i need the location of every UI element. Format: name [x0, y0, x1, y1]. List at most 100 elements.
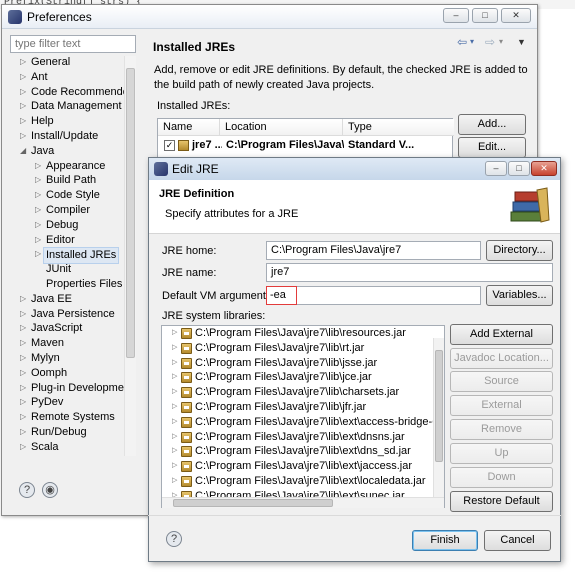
- directory-button[interactable]: Directory...: [486, 240, 553, 261]
- back-dropdown-icon[interactable]: ▾: [470, 37, 474, 46]
- minimize-button[interactable]: –: [485, 161, 507, 176]
- view-menu-icon[interactable]: ▼: [517, 37, 526, 47]
- forward-arrow-icon[interactable]: ⇨: [485, 35, 495, 49]
- expanded-arrow-icon[interactable]: ◢: [20, 144, 26, 159]
- tree-item[interactable]: ▷ Run/Debug: [2, 425, 136, 440]
- column-header-location[interactable]: Location: [220, 119, 343, 136]
- tree-item[interactable]: Properties Files Ed: [2, 277, 136, 292]
- vm-arguments-field[interactable]: -ea: [266, 286, 481, 305]
- tree-item[interactable]: ▷ Build Path: [2, 173, 136, 188]
- jre-home-field[interactable]: C:\Program Files\Java\jre7: [266, 241, 481, 260]
- remove-button[interactable]: Remove: [450, 419, 553, 440]
- close-button[interactable]: ✕: [531, 161, 557, 176]
- library-item[interactable]: ▷ C:\Program Files\Java\jre7\lib\ext\acce…: [162, 415, 444, 430]
- tree-item[interactable]: ▷ Compiler: [2, 203, 136, 218]
- collapsed-arrow-icon[interactable]: ▷: [35, 203, 41, 218]
- library-item[interactable]: ▷ C:\Program Files\Java\jre7\lib\jsse.jar: [162, 356, 444, 371]
- javadoc-location-button[interactable]: Javadoc Location...: [450, 348, 553, 369]
- tree-item[interactable]: ▷ Ant: [2, 70, 136, 85]
- back-arrow-icon[interactable]: ⇦: [457, 35, 467, 49]
- tree-item[interactable]: ▷ Debug: [2, 218, 136, 233]
- add-external-jars-button[interactable]: Add External JARs...: [450, 324, 553, 359]
- collapsed-arrow-icon[interactable]: ▷: [172, 341, 177, 356]
- collapsed-arrow-icon[interactable]: ▷: [172, 356, 177, 371]
- collapsed-arrow-icon[interactable]: ▷: [172, 459, 177, 474]
- system-libraries-list[interactable]: ▷ C:\Program Files\Java\jre7\lib\resource…: [161, 325, 445, 508]
- collapsed-arrow-icon[interactable]: ▷: [20, 292, 26, 307]
- tree-item[interactable]: ▷ Appearance: [2, 159, 136, 174]
- libraries-horizontal-scrollbar[interactable]: [162, 497, 444, 508]
- collapsed-arrow-icon[interactable]: ▷: [172, 444, 177, 459]
- source-attachment-button[interactable]: Source Attachment...: [450, 371, 553, 406]
- tree-item[interactable]: ▷ Installed JREs: [2, 247, 136, 265]
- edit-jre-button[interactable]: Edit...: [458, 137, 526, 158]
- tree-item[interactable]: ▷ Help: [2, 114, 136, 129]
- external-annotations-button[interactable]: External annotations...: [450, 395, 553, 430]
- libraries-horizontal-thumb[interactable]: [173, 499, 333, 507]
- tree-item[interactable]: ▷ Code Style: [2, 188, 136, 203]
- column-header-type[interactable]: Type: [343, 119, 454, 136]
- tree-item[interactable]: ▷ General: [2, 55, 136, 70]
- collapsed-arrow-icon[interactable]: ▷: [35, 188, 41, 203]
- tree-item[interactable]: ▷ Mylyn: [2, 351, 136, 366]
- library-item[interactable]: ▷ C:\Program Files\Java\jre7\lib\ext\loca…: [162, 474, 444, 489]
- collapsed-arrow-icon[interactable]: ▷: [172, 400, 177, 415]
- collapsed-arrow-icon[interactable]: ▷: [35, 218, 41, 233]
- tree-item[interactable]: ▷ Remote Systems: [2, 410, 136, 425]
- maximize-button[interactable]: □: [472, 8, 498, 23]
- jre-name-field[interactable]: jre7: [266, 263, 553, 282]
- collapsed-arrow-icon[interactable]: ▷: [20, 381, 26, 396]
- collapsed-arrow-icon[interactable]: ▷: [172, 385, 177, 400]
- tree-scrollbar[interactable]: [124, 56, 136, 456]
- tree-item[interactable]: ▷ Maven: [2, 336, 136, 351]
- library-item[interactable]: ▷ C:\Program Files\Java\jre7\lib\rt.jar: [162, 341, 444, 356]
- library-item[interactable]: ▷ C:\Program Files\Java\jre7\lib\jfr.jar: [162, 400, 444, 415]
- collapsed-arrow-icon[interactable]: ▷: [35, 247, 41, 262]
- collapsed-arrow-icon[interactable]: ▷: [20, 114, 26, 129]
- collapsed-arrow-icon[interactable]: ▷: [20, 129, 26, 144]
- libraries-vertical-thumb[interactable]: [435, 350, 443, 462]
- tree-item[interactable]: ▷ Plug-in Development: [2, 381, 136, 396]
- tree-item[interactable]: ▷ Install/Update: [2, 129, 136, 144]
- cancel-button[interactable]: Cancel: [484, 530, 551, 551]
- libraries-vertical-scrollbar[interactable]: [433, 338, 444, 507]
- import-export-icon[interactable]: ◉: [42, 482, 58, 498]
- collapsed-arrow-icon[interactable]: ▷: [20, 70, 26, 85]
- collapsed-arrow-icon[interactable]: ▷: [172, 326, 177, 341]
- tree-scrollbar-thumb[interactable]: [126, 68, 135, 358]
- maximize-button[interactable]: □: [508, 161, 530, 176]
- collapsed-arrow-icon[interactable]: ▷: [20, 336, 26, 351]
- collapsed-arrow-icon[interactable]: ▷: [172, 474, 177, 489]
- tree-item[interactable]: ▷ PyDev: [2, 395, 136, 410]
- tree-item[interactable]: ▷ Data Management: [2, 99, 136, 114]
- collapsed-arrow-icon[interactable]: ▷: [20, 85, 26, 100]
- collapsed-arrow-icon[interactable]: ▷: [35, 233, 41, 248]
- collapsed-arrow-icon[interactable]: ▷: [20, 366, 26, 381]
- tree-item[interactable]: JUnit: [2, 262, 136, 277]
- minimize-button[interactable]: –: [443, 8, 469, 23]
- collapsed-arrow-icon[interactable]: ▷: [35, 159, 41, 174]
- tree-item[interactable]: ▷ Editor: [2, 233, 136, 248]
- column-header-name[interactable]: Name: [158, 119, 220, 136]
- collapsed-arrow-icon[interactable]: ▷: [20, 351, 26, 366]
- collapsed-arrow-icon[interactable]: ▷: [20, 99, 26, 114]
- collapsed-arrow-icon[interactable]: ▷: [20, 55, 26, 70]
- collapsed-arrow-icon[interactable]: ▷: [172, 370, 177, 385]
- tree-item[interactable]: ▷ JavaScript: [2, 321, 136, 336]
- table-row[interactable]: ✓ jre7 ... C:\Program Files\Java\... Sta…: [158, 136, 452, 155]
- down-button[interactable]: Down: [450, 467, 553, 488]
- tree-item[interactable]: ◢ Java: [2, 144, 136, 159]
- up-button[interactable]: Up: [450, 443, 553, 464]
- restore-default-button[interactable]: Restore Default: [450, 491, 553, 512]
- close-button[interactable]: ✕: [501, 8, 531, 23]
- library-item[interactable]: ▷ C:\Program Files\Java\jre7\lib\charsets…: [162, 385, 444, 400]
- collapsed-arrow-icon[interactable]: ▷: [35, 173, 41, 188]
- filter-input[interactable]: [10, 35, 136, 53]
- collapsed-arrow-icon[interactable]: ▷: [20, 440, 26, 455]
- library-item[interactable]: ▷ C:\Program Files\Java\jre7\lib\ext\jacc…: [162, 459, 444, 474]
- tree-item[interactable]: ▷ Oomph: [2, 366, 136, 381]
- add-jre-button[interactable]: Add...: [458, 114, 526, 135]
- finish-button[interactable]: Finish: [412, 530, 478, 551]
- collapsed-arrow-icon[interactable]: ▷: [172, 415, 177, 430]
- tree-item[interactable]: ▷ Java Persistence: [2, 307, 136, 322]
